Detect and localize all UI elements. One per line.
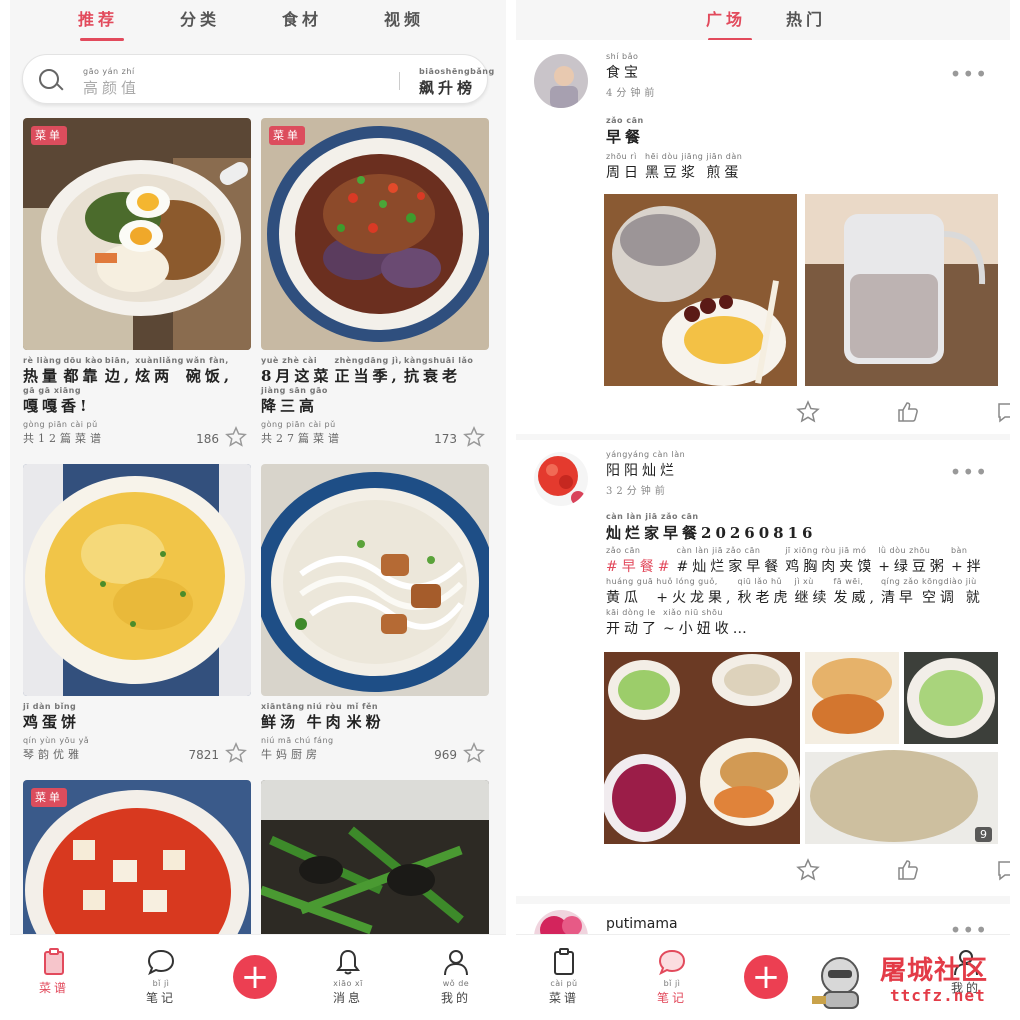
post-card[interactable]: yángyáng càn làn 阳阳灿烂 32分钟前 ••• càn làn j… (516, 440, 1010, 896)
favorite-count: 173 (434, 432, 457, 446)
star-icon[interactable] (463, 742, 485, 764)
clipboard-icon (554, 948, 574, 975)
star-icon[interactable] (796, 858, 820, 882)
recipe-card[interactable]: 菜单 rè liàng 热量 dōu kào 都靠 biān, 边, xuànliǎn… (23, 118, 251, 448)
trending-list-link[interactable]: biāoshēngbǎng 飙升榜 (419, 67, 495, 98)
tab-category[interactable]: 分类 (180, 6, 282, 30)
tab-ingredients[interactable]: 食材 (282, 6, 384, 30)
create-button[interactable]: + (233, 955, 277, 999)
favorite-count: 969 (434, 748, 457, 762)
username[interactable]: putimama (606, 916, 678, 932)
nav-recipes[interactable]: cài pǔ 菜谱 (534, 947, 594, 1006)
username[interactable]: shí bǎo 食宝 (606, 52, 642, 82)
recipe-image (261, 464, 489, 696)
menu-badge: 菜单 (31, 788, 67, 807)
create-button[interactable]: + (744, 955, 788, 999)
clipboard-icon (44, 948, 64, 975)
search-bar[interactable]: gāo yán zhí 高颜值 biāoshēngbǎng 飙升榜 (22, 54, 494, 104)
watermark: 屠城社区 ttcfz.net (806, 944, 1016, 1014)
post-time: 4分钟前 (606, 88, 659, 99)
menu-badge: 菜单 (31, 126, 67, 145)
recipe-title: rè liàng 热量 dōu kào 都靠 biān, 边, xuànliǎng 炫两… (23, 356, 234, 385)
username[interactable]: yángyáng càn làn 阳阳灿烂 (606, 450, 685, 480)
nav-notes[interactable]: bǐ jì 笔记 (642, 947, 702, 1006)
bottom-nav: 菜谱 bǐ jì 笔记 + xiāo xī 消息 wǒ de 我的 (10, 934, 506, 1020)
post-images[interactable]: 9 (602, 652, 998, 848)
recipe-card[interactable]: 菜单 (23, 780, 251, 940)
person-icon (444, 950, 468, 976)
comment-icon[interactable] (996, 858, 1010, 882)
nav-notes[interactable]: bǐ jì 笔记 (131, 947, 191, 1006)
comment-icon[interactable] (996, 400, 1010, 424)
nav-profile[interactable]: wǒ de 我的 (426, 947, 486, 1006)
top-tabs: 推荐 分类 食材 视频 (78, 6, 486, 41)
mascot-logo (812, 957, 859, 1009)
recipe-card[interactable]: 菜单 yuè zhè cài 8月这菜 zhèngdāng jì, 正当季, kàn… (261, 118, 489, 448)
nav-messages[interactable]: xiāo xī 消息 (318, 947, 378, 1006)
avatar[interactable] (534, 452, 588, 506)
thumbs-up-icon[interactable] (896, 858, 920, 882)
favorite-count: 7821 (188, 748, 219, 762)
recipe-title: yuè zhè cài 8月这菜 zhèngdāng jì, 正当季, kàngsh… (261, 356, 474, 385)
recipe-title: xiāntāng 鲜汤 niú ròu 牛肉 mǐ fěn 米粉 (261, 702, 385, 731)
recipe-image: 菜单 (23, 780, 251, 940)
post-actions (796, 400, 1010, 424)
chat-bubble-icon (147, 949, 175, 976)
more-options-icon[interactable]: ••• (950, 460, 988, 484)
menu-badge: 菜单 (269, 126, 305, 145)
post-title: zǎo cān 早餐 (606, 116, 645, 146)
top-tabs: 广场 热门 (706, 6, 866, 41)
star-icon[interactable] (225, 426, 247, 448)
post-title: càn làn jiā zǎo cān 灿烂家早餐20260816 (606, 512, 817, 542)
search-input[interactable]: gāo yán zhí 高颜值 (83, 67, 140, 98)
avatar[interactable] (534, 54, 588, 108)
recipe-image: 菜单 (23, 118, 251, 350)
recipe-card[interactable]: xiāntāng 鲜汤 niú ròu 牛肉 mǐ fěn 米粉 niú mā chú… (261, 464, 489, 764)
more-options-icon[interactable]: ••• (950, 62, 988, 86)
star-icon[interactable] (463, 426, 485, 448)
post-card[interactable]: shí bǎo 食宝 4分钟前 ••• zǎo cān 早餐 zhōu rì 周日 h… (516, 40, 1010, 434)
nav-recipes[interactable]: 菜谱 (24, 947, 84, 996)
community-screen: 广场 热门 shí bǎo 食宝 4分钟前 ••• zǎo cān 早餐 zhōu … (516, 0, 1010, 1020)
recipe-screen: 推荐 分类 食材 视频 gāo yán zhí 高颜值 biāoshēngbǎn… (10, 0, 506, 1020)
post-time: 32分钟前 (606, 486, 669, 497)
recipe-image (23, 464, 251, 696)
recipe-image (261, 780, 489, 940)
image-count-badge: 9 (975, 827, 992, 842)
tab-square[interactable]: 广场 (706, 6, 786, 41)
post-body: zhōu rì 周日 hēi dòu jiāng 黑豆浆 jiān dàn 煎蛋 (606, 152, 743, 181)
recipe-image: 菜单 (261, 118, 489, 350)
search-icon (39, 69, 59, 89)
star-icon[interactable] (796, 400, 820, 424)
tab-hot[interactable]: 热门 (786, 6, 866, 30)
recipe-card[interactable] (261, 780, 489, 940)
chat-bubble-icon (658, 949, 686, 976)
bell-icon (336, 949, 360, 975)
post-actions (796, 858, 1010, 882)
star-icon[interactable] (225, 742, 247, 764)
thumbs-up-icon[interactable] (896, 400, 920, 424)
tab-recommend[interactable]: 推荐 (78, 6, 180, 41)
favorite-count: 186 (196, 432, 219, 446)
recipe-title: jī dàn bǐng 鸡蛋饼 (23, 702, 81, 731)
divider (399, 72, 400, 90)
post-body: zǎo cān #早餐# càn làn jiā zǎo cān #灿烂家早餐 jī… (606, 546, 985, 637)
recipe-card[interactable]: jī dàn bǐng 鸡蛋饼 qín yùn yōu yǎ 琴韵优雅 7821 (23, 464, 251, 764)
post-images[interactable] (604, 194, 998, 390)
tab-video[interactable]: 视频 (384, 6, 486, 30)
hashtag-link[interactable]: zǎo cān #早餐# (606, 546, 673, 576)
